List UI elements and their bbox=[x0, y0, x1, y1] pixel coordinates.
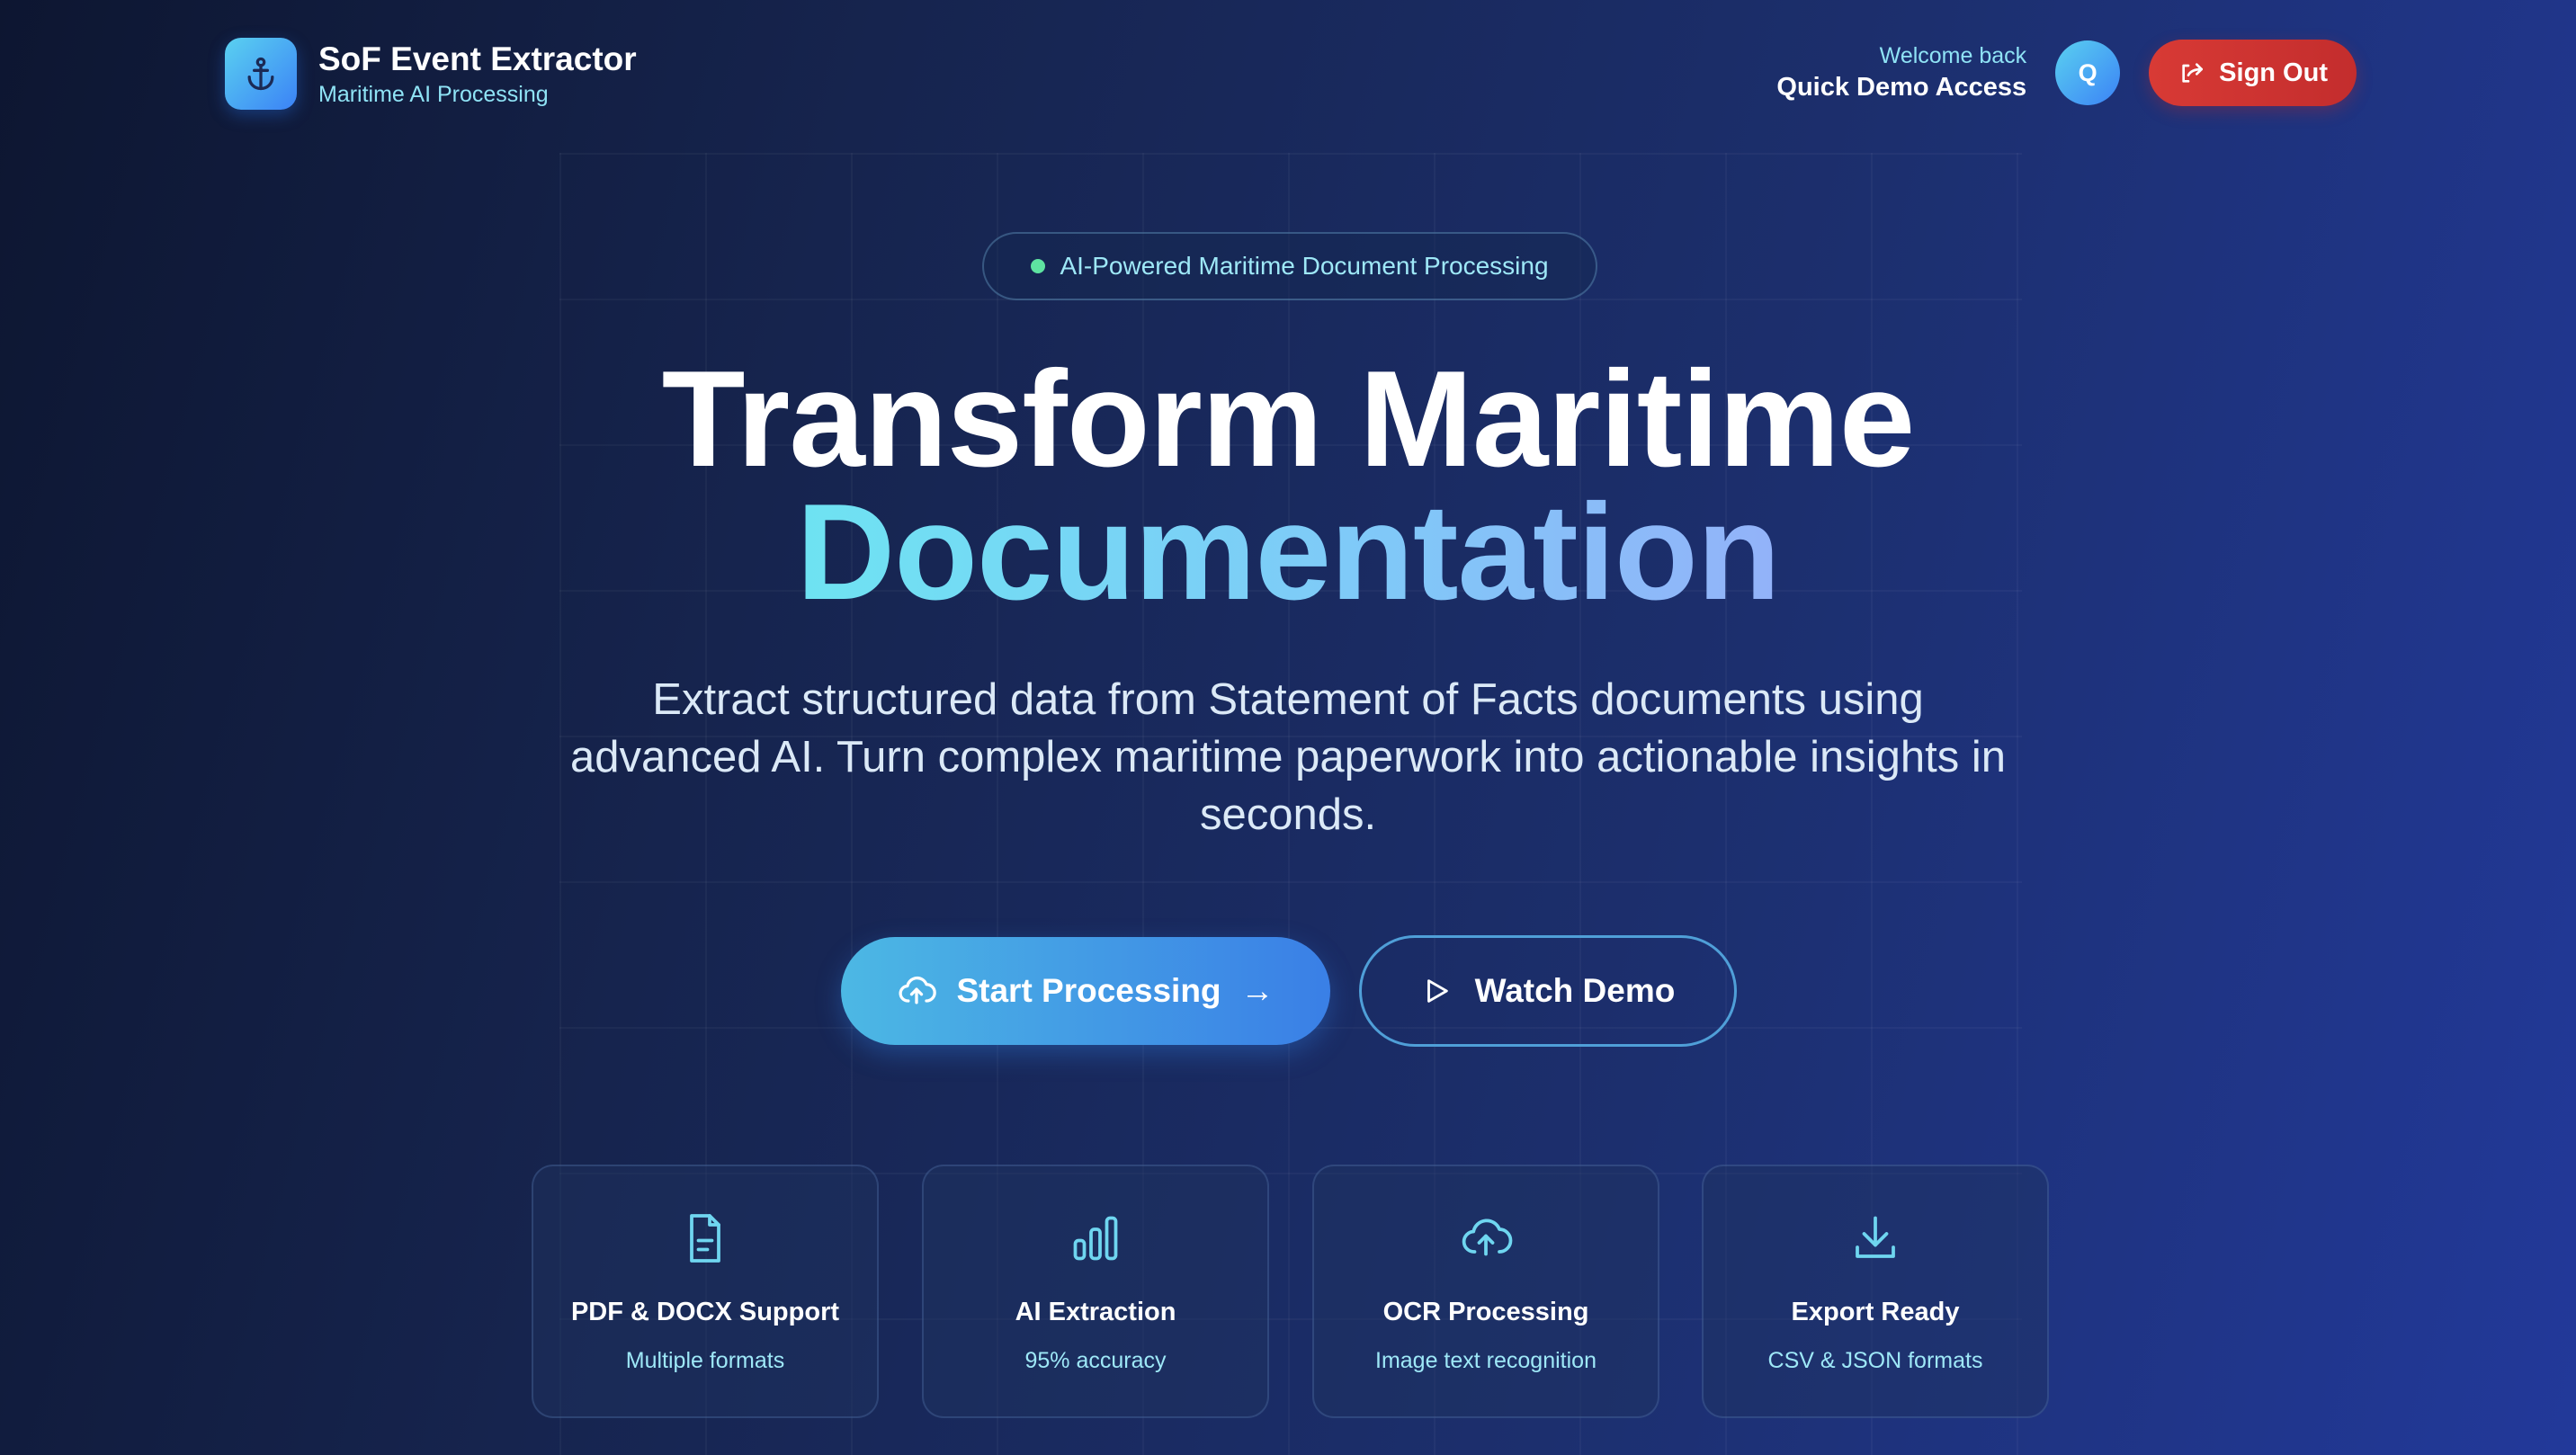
status-dot bbox=[1031, 259, 1046, 273]
headline-line-2: Documentation bbox=[796, 476, 1780, 629]
play-icon bbox=[1427, 979, 1448, 1003]
bar-chart-icon bbox=[1073, 1216, 1118, 1261]
welcome-text: Welcome back bbox=[1879, 43, 2027, 68]
hero-headline: Transform Maritime Documentation bbox=[0, 343, 2576, 629]
download-icon bbox=[1856, 1216, 1895, 1258]
app-title: SoF Event Extractor bbox=[318, 40, 637, 77]
feature-title: OCR Processing bbox=[1382, 1298, 1589, 1326]
start-processing-button[interactable]: Start Processing → bbox=[841, 937, 1330, 1045]
feature-badge: AI-Powered Maritime Document Processing bbox=[982, 232, 1597, 300]
document-icon bbox=[690, 1214, 720, 1263]
feature-card-ai-extraction: AI Extraction 95% accuracy bbox=[922, 1165, 1269, 1418]
feature-subtitle: 95% accuracy bbox=[1024, 1348, 1167, 1373]
brand[interactable]: SoF Event Extractor Maritime AI Processi… bbox=[225, 38, 637, 110]
feature-card-pdf-docx: PDF & DOCX Support Multiple formats bbox=[532, 1165, 879, 1418]
feature-title: AI Extraction bbox=[1015, 1298, 1176, 1326]
sign-out-icon bbox=[2182, 63, 2204, 83]
watch-demo-button[interactable]: Watch Demo bbox=[1359, 935, 1737, 1047]
avatar[interactable]: Q bbox=[2055, 40, 2121, 105]
feature-subtitle: Multiple formats bbox=[625, 1348, 785, 1373]
feature-subtitle: CSV & JSON formats bbox=[1767, 1348, 1983, 1373]
badge-text: AI-Powered Maritime Document Processing bbox=[1060, 252, 1549, 280]
arrow-right-icon: → bbox=[1240, 972, 1275, 1009]
feature-title: PDF & DOCX Support bbox=[570, 1298, 840, 1326]
cloud-upload-icon bbox=[899, 976, 937, 1004]
sign-out-label: Sign Out bbox=[2219, 58, 2328, 87]
cloud-upload-icon bbox=[1462, 1218, 1513, 1256]
hero-subtitle: Extract structured data from Statement o… bbox=[569, 675, 2007, 839]
anchor-icon bbox=[225, 38, 297, 110]
watch-demo-label: Watch Demo bbox=[1474, 972, 1676, 1009]
feature-title: Export Ready bbox=[1791, 1298, 1960, 1326]
feature-card-ocr: OCR Processing Image text recognition bbox=[1312, 1165, 1659, 1418]
feature-card-export: Export Ready CSV & JSON formats bbox=[1702, 1165, 2049, 1418]
app-subtitle: Maritime AI Processing bbox=[318, 82, 549, 107]
user-area: Welcome back Quick Demo Access Q Sign Ou… bbox=[1776, 40, 2357, 106]
sign-out-button[interactable]: Sign Out bbox=[2149, 40, 2357, 106]
headline-line-1: Transform Maritime bbox=[661, 343, 1916, 495]
feature-subtitle: Image text recognition bbox=[1375, 1348, 1597, 1373]
username: Quick Demo Access bbox=[1776, 73, 2027, 102]
start-processing-label: Start Processing bbox=[956, 972, 1221, 1009]
